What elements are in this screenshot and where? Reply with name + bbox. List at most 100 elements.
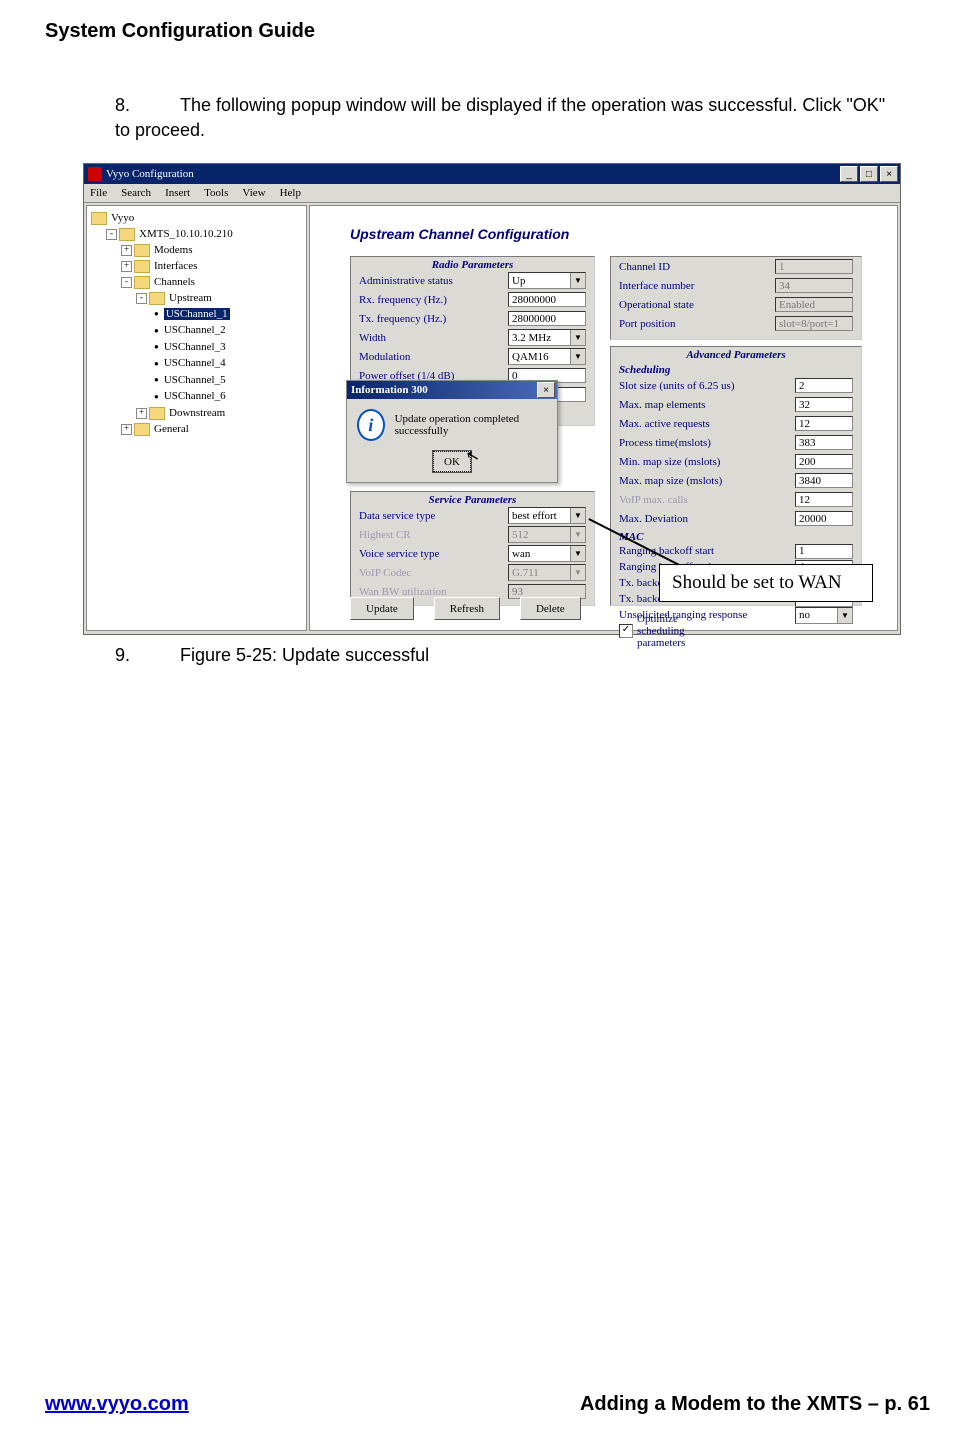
mod-select[interactable]: QAM16▼ [508,348,586,365]
slot-field[interactable]: 2 [795,378,853,393]
tree-uschannel-4[interactable]: USChannel_4 [151,355,304,371]
tree-upstream[interactable]: -Upstream USChannel_1 USChannel_2 USChan… [136,290,304,405]
voip-label: VoIP max. calls [619,494,795,506]
tree-general[interactable]: +General [121,421,304,437]
rbs-field[interactable]: 1 [795,544,853,559]
menu-help[interactable]: Help [280,187,301,199]
minimize-button[interactable]: _ [840,166,858,182]
dev-label: Max. Deviation [619,513,795,525]
tree-uschannel-1[interactable]: USChannel_1 [151,306,304,322]
adv-title: Advanced Parameters [611,347,861,361]
dialog-close-button[interactable]: × [537,382,555,398]
proc-label: Process time(mslots) [619,437,795,449]
page-header: System Configuration Guide [45,20,930,43]
admin-select[interactable]: Up▼ [508,272,586,289]
step-9: 9.Figure 5-25: Update successful [115,645,930,666]
chevron-down-icon: ▼ [570,546,585,561]
vst-select[interactable]: wan▼ [508,545,586,562]
tx-field[interactable]: 28000000 [508,311,586,326]
chevron-down-icon: ▼ [570,273,585,288]
rx-field[interactable]: 28000000 [508,292,586,307]
menu-view[interactable]: View [242,187,265,199]
footer-link[interactable]: www.vyyo.com [45,1393,189,1416]
tree-pane[interactable]: Vyyo -XMTS_10.10.10.210 +Modems +Interfa… [86,205,307,631]
refresh-button[interactable]: Refresh [434,597,500,620]
maxmapsz-field[interactable]: 3840 [795,473,853,488]
proc-field[interactable]: 383 [795,435,853,450]
op-field: Enabled [775,297,853,312]
hcr-label: Highest CR [359,529,508,541]
wbw-label: Wan BW utilization [359,586,508,598]
tx-label: Tx. frequency (Hz.) [359,313,508,325]
dialog-title: Information 300 [351,384,428,396]
tree-uschannel-5[interactable]: USChannel_5 [151,372,304,388]
update-button[interactable]: Update [350,597,414,620]
window-title: Vyyo Configuration [106,168,194,180]
annotation-box: Should be set to WAN [659,564,873,602]
opt-label: Optimize scheduling parameters [637,613,685,649]
tree-interfaces[interactable]: +Interfaces [121,258,304,274]
tree-uschannel-3[interactable]: USChannel_3 [151,339,304,355]
maxmap-label: Max. map elements [619,399,795,411]
tree-xmts[interactable]: -XMTS_10.10.10.210 +Modems +Interfaces -… [106,226,304,437]
maximize-button[interactable]: □ [860,166,878,182]
mac-hdr: MAC [611,528,861,543]
hcr-select: 512▼ [508,526,586,543]
group-ids: Channel ID1 Interface number34 Operation… [610,256,862,340]
opt-checkbox[interactable]: ✓ [619,624,633,638]
radio-title: Radio Parameters [351,257,594,271]
delete-button[interactable]: Delete [520,597,581,620]
mod-label: Modulation [359,351,508,363]
annotation-text: Should be set to WAN [672,572,842,593]
tree-uschannel-2[interactable]: USChannel_2 [151,322,304,338]
codec-label: VoIP Codec [359,567,508,579]
minmap-label: Min. map size (mslots) [619,456,795,468]
close-button[interactable]: × [880,166,898,182]
step-8-num: 8. [115,93,180,118]
info-icon: i [357,409,385,441]
menu-bar: File Search Insert Tools View Help [84,184,900,203]
chevron-down-icon: ▼ [570,527,585,542]
slot-label: Slot size (units of 6.25 us) [619,380,795,392]
svc-title: Service Parameters [351,492,594,506]
app-icon [88,167,102,181]
group-service: Service Parameters Data service typebest… [350,491,595,606]
sched-hdr: Scheduling [611,361,861,376]
maxmapsz-label: Max. map size (mslots) [619,475,795,487]
footer-page: Adding a Modem to the XMTS – p. 61 [580,1393,930,1416]
urr-select[interactable]: no▼ [795,607,853,624]
tree-modems[interactable]: +Modems [121,242,304,258]
menu-insert[interactable]: Insert [165,187,190,199]
tree-root[interactable]: Vyyo -XMTS_10.10.10.210 +Modems +Interfa… [91,210,304,437]
port-field: slot=8/port=1 [775,316,853,331]
voip-field: 12 [795,492,853,507]
maxact-label: Max. active requests [619,418,795,430]
menu-file[interactable]: File [90,187,107,199]
op-label: Operational state [619,299,775,311]
chid-label: Channel ID [619,261,775,273]
menu-search[interactable]: Search [121,187,151,199]
admin-label: Administrative status [359,275,508,287]
chevron-down-icon: ▼ [837,608,852,623]
maxmap-field[interactable]: 32 [795,397,853,412]
tree-uschannel-6[interactable]: USChannel_6 [151,388,304,404]
ifnum-label: Interface number [619,280,775,292]
menu-tools[interactable]: Tools [204,187,228,199]
screenshot: Vyyo Configuration _ □ × File Search Ins… [83,163,901,635]
dst-select[interactable]: best effort▼ [508,507,586,524]
maxact-field[interactable]: 12 [795,416,853,431]
dialog-message: Update operation completed successfully [395,413,547,437]
width-select[interactable]: 3.2 MHz▼ [508,329,586,346]
dev-field[interactable]: 20000 [795,511,853,526]
tree-channels[interactable]: -Channels -Upstream USChannel_1 USChanne… [121,274,304,421]
minmap-field[interactable]: 200 [795,454,853,469]
info-dialog: Information 300 × i Update operation com… [346,380,558,483]
rx-label: Rx. frequency (Hz.) [359,294,508,306]
port-label: Port position [619,318,775,330]
step-8-text: The following popup window will be displ… [115,95,885,140]
chevron-down-icon: ▼ [570,349,585,364]
tree-downstream[interactable]: +Downstream [136,405,304,421]
ifnum-field: 34 [775,278,853,293]
step-9-num: 9. [115,645,180,666]
step-8: 8.The following popup window will be dis… [115,93,905,143]
